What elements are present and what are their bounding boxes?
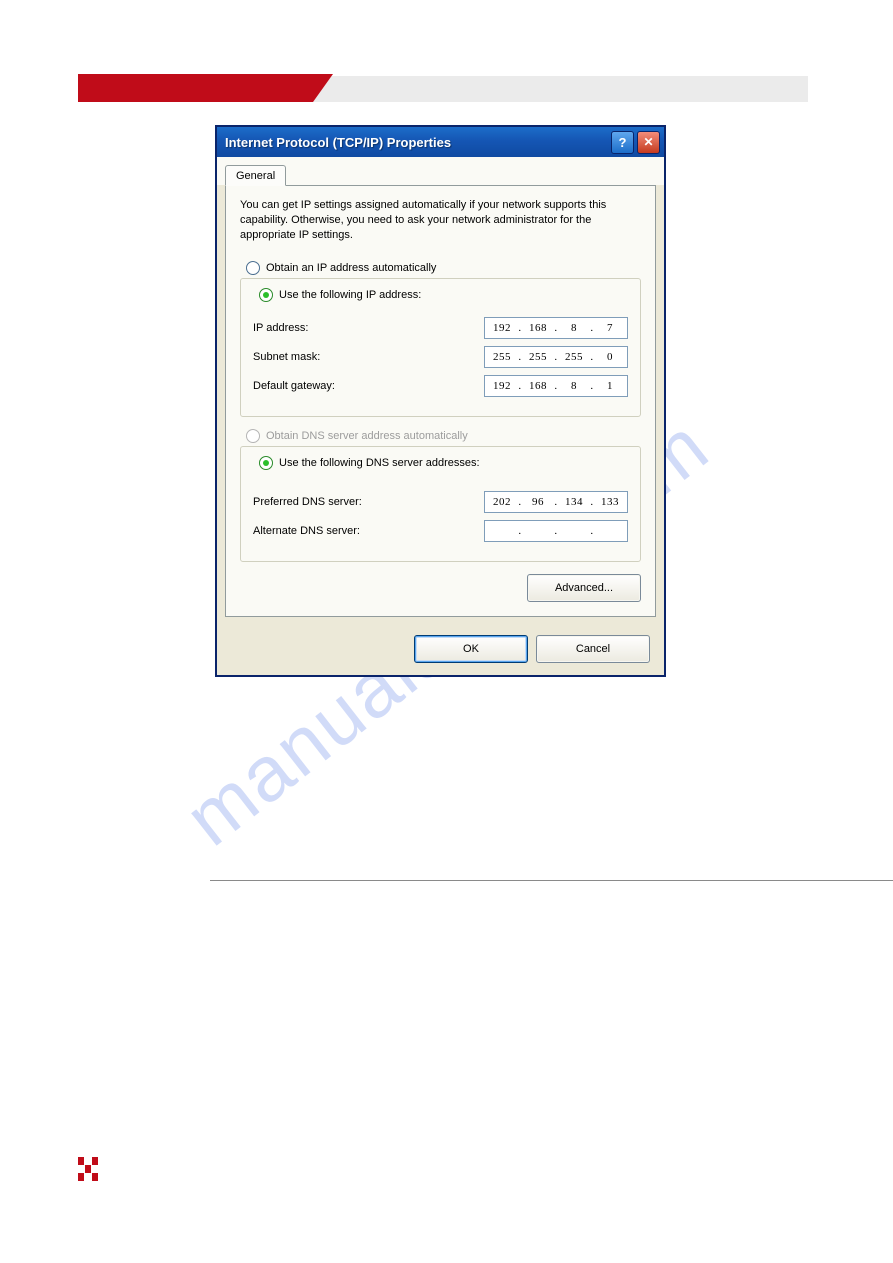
radio-icon	[246, 261, 260, 275]
tcpip-properties-dialog: Internet Protocol (TCP/IP) Properties ? …	[216, 126, 665, 676]
radio-ip-auto-row[interactable]: Obtain an IP address automatically	[240, 261, 641, 275]
label-ip: IP address:	[253, 322, 484, 334]
radio-ip-auto-label: Obtain an IP address automatically	[266, 262, 436, 274]
label-mask: Subnet mask:	[253, 351, 484, 363]
radio-icon	[259, 288, 273, 302]
input-alternate-dns[interactable]: ...	[484, 520, 628, 542]
titlebar[interactable]: Internet Protocol (TCP/IP) Properties ? …	[217, 127, 664, 157]
help-button[interactable]: ?	[611, 131, 634, 154]
button-bar: OK Cancel	[217, 625, 664, 675]
field-preferred-dns: Preferred DNS server: 202.96.134.133	[253, 485, 628, 513]
label-preferred-dns: Preferred DNS server:	[253, 496, 484, 508]
dns-group: Use the following DNS server addresses: …	[240, 446, 641, 562]
input-ip-address[interactable]: 192.168.8.7	[484, 317, 628, 339]
dialog-title: Internet Protocol (TCP/IP) Properties	[225, 135, 608, 150]
tab-general[interactable]: General	[225, 165, 286, 186]
input-preferred-dns[interactable]: 202.96.134.133	[484, 491, 628, 513]
radio-icon	[259, 456, 273, 470]
field-subnet-mask: Subnet mask: 255.255.255.0	[253, 346, 628, 368]
input-subnet-mask[interactable]: 255.255.255.0	[484, 346, 628, 368]
ok-button[interactable]: OK	[414, 635, 528, 663]
field-default-gateway: Default gateway: 192.168.8.1	[253, 375, 628, 397]
help-icon: ?	[619, 135, 627, 150]
tabstrip: General	[217, 157, 664, 185]
advanced-button[interactable]: Advanced...	[527, 574, 641, 602]
field-ip-address: IP address: 192.168.8.7	[253, 317, 628, 339]
ip-group: Use the following IP address: IP address…	[240, 278, 641, 417]
radio-ip-manual-label: Use the following IP address:	[279, 289, 421, 301]
label-alternate-dns: Alternate DNS server:	[253, 525, 484, 537]
intro-text: You can get IP settings assigned automat…	[240, 198, 641, 243]
radio-dns-auto-row: Obtain DNS server address automatically	[240, 429, 641, 443]
advanced-row: Advanced...	[240, 574, 641, 602]
field-alternate-dns: Alternate DNS server: ...	[253, 520, 628, 542]
page-banner	[78, 76, 808, 102]
cancel-button[interactable]: Cancel	[536, 635, 650, 663]
tab-content: You can get IP settings assigned automat…	[225, 185, 656, 617]
radio-dns-manual-row[interactable]: Use the following DNS server addresses:	[253, 456, 486, 470]
footer-logo-icon	[78, 1157, 98, 1181]
radio-ip-manual-row[interactable]: Use the following IP address:	[253, 288, 427, 302]
page-rule	[210, 880, 893, 881]
label-gateway: Default gateway:	[253, 380, 484, 392]
banner-red	[78, 74, 313, 102]
close-button[interactable]: ✕	[637, 131, 660, 154]
close-icon: ✕	[643, 135, 653, 149]
radio-dns-manual-label: Use the following DNS server addresses:	[279, 457, 480, 469]
input-default-gateway[interactable]: 192.168.8.1	[484, 375, 628, 397]
radio-icon	[246, 429, 260, 443]
radio-dns-auto-label: Obtain DNS server address automatically	[266, 430, 468, 442]
